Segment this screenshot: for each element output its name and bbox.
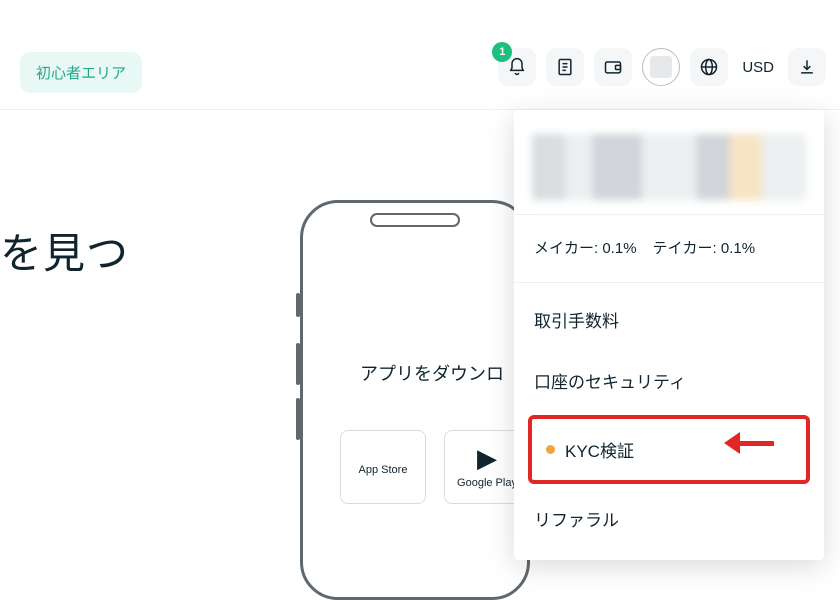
download-icon: [797, 57, 817, 77]
store-buttons: App Store ▶ Google Play: [340, 430, 530, 504]
avatar-placeholder-icon: [650, 56, 672, 78]
status-dot-icon: [546, 445, 555, 454]
document-icon: [555, 57, 575, 77]
phone-side-button-icon: [296, 343, 300, 385]
menu-label: リファラル: [534, 506, 619, 531]
maker-fee: メイカー: 0.1%: [534, 237, 637, 258]
phone-side-button-icon: [296, 398, 300, 440]
menu-item-trading-fees[interactable]: 取引手数料: [514, 289, 824, 350]
menu-label: KYC検証: [565, 437, 634, 462]
taker-fee: テイカー: 0.1%: [653, 237, 756, 258]
hero-heading: を見つ: [0, 220, 129, 281]
menu-label: 取引手数料: [534, 307, 619, 332]
bell-icon: [507, 57, 527, 77]
menu-item-account-security[interactable]: 口座のセキュリティ: [514, 350, 824, 411]
fees-row: メイカー: 0.1% テイカー: 0.1%: [514, 221, 824, 276]
menu-item-referral[interactable]: リファラル: [514, 488, 824, 549]
beginner-area-button[interactable]: 初心者エリア: [20, 52, 142, 93]
currency-selector[interactable]: USD: [738, 59, 778, 76]
download-label: アプリをダウンロ: [360, 360, 504, 386]
wallet-button[interactable]: [594, 48, 632, 86]
globe-icon: [699, 57, 719, 77]
wallet-icon: [603, 57, 623, 77]
google-play-label: Google Play: [457, 477, 517, 489]
phone-notch-icon: [370, 213, 460, 227]
app-store-label: App Store: [359, 464, 408, 476]
annotation-arrow-icon: [724, 432, 776, 454]
divider: [514, 282, 824, 283]
language-button[interactable]: [690, 48, 728, 86]
top-icons: 1 USD: [498, 48, 826, 86]
menu-label: 口座のセキュリティ: [534, 368, 686, 393]
app-store-button[interactable]: App Store: [340, 430, 426, 504]
divider: [514, 214, 824, 215]
play-icon: ▶: [477, 445, 497, 471]
notifications-button[interactable]: 1: [498, 48, 536, 86]
phone-illustration: [300, 200, 530, 600]
account-dropdown: メイカー: 0.1% テイカー: 0.1% 取引手数料 口座のセキュリティ KY…: [514, 110, 824, 560]
download-button[interactable]: [788, 48, 826, 86]
account-menu-button[interactable]: [642, 48, 680, 86]
orders-button[interactable]: [546, 48, 584, 86]
topbar: 初心者エリア 1 USD: [0, 0, 840, 110]
phone-side-button-icon: [296, 293, 300, 317]
user-info-redacted: [532, 134, 806, 200]
